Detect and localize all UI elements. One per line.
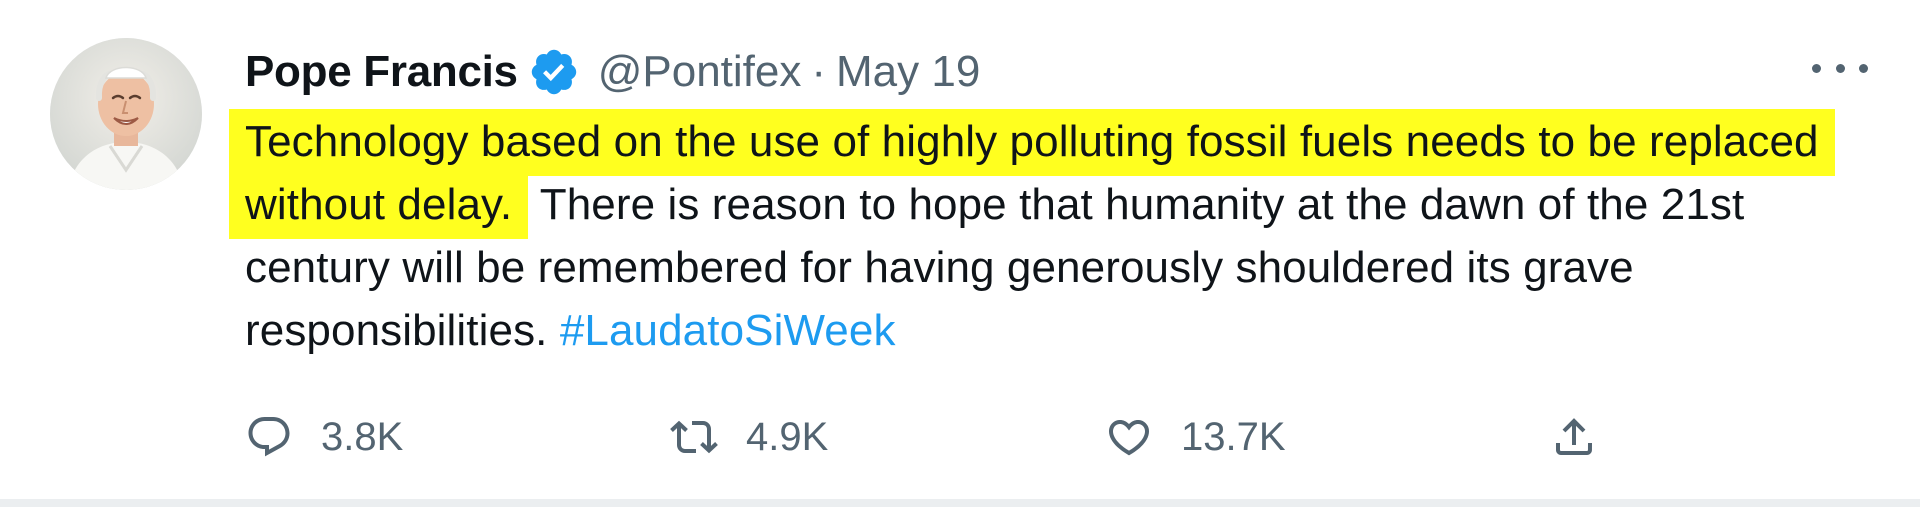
- verified-badge-icon: [528, 46, 580, 98]
- portrait-avatar-icon: [50, 38, 202, 190]
- reply-icon: [248, 417, 290, 457]
- avatar[interactable]: [50, 38, 202, 190]
- user-handle[interactable]: @Pontifex: [598, 47, 802, 97]
- display-name[interactable]: Pope Francis: [245, 47, 518, 97]
- tweet-date[interactable]: May 19: [836, 47, 980, 97]
- share-icon: [1556, 418, 1592, 455]
- share-button[interactable]: [1550, 405, 1598, 469]
- retweet-button[interactable]: 4.9K: [670, 405, 828, 469]
- more-options-icon[interactable]: [1812, 52, 1868, 84]
- retweet-icon: [670, 420, 718, 454]
- divider: [0, 499, 1920, 507]
- reply-button[interactable]: 3.8K: [245, 405, 403, 469]
- separator-dot: ·: [811, 47, 827, 96]
- reply-count: 3.8K: [321, 414, 404, 459]
- action-bar: 3.8K 4.9K 13.7K: [245, 405, 1645, 469]
- retweet-count: 4.9K: [746, 414, 829, 459]
- tweet-header: Pope Francis @Pontifex · May 19: [245, 40, 980, 104]
- heart-icon: [1108, 420, 1150, 456]
- like-count: 13.7K: [1181, 414, 1286, 459]
- like-button[interactable]: 13.7K: [1105, 405, 1286, 469]
- hashtag-link[interactable]: #LaudatoSiWeek: [560, 306, 896, 355]
- tweet-text: Technology based on the use of highly po…: [229, 109, 1845, 362]
- tweet-card[interactable]: Pope Francis @Pontifex · May 19 Technolo…: [0, 0, 1920, 507]
